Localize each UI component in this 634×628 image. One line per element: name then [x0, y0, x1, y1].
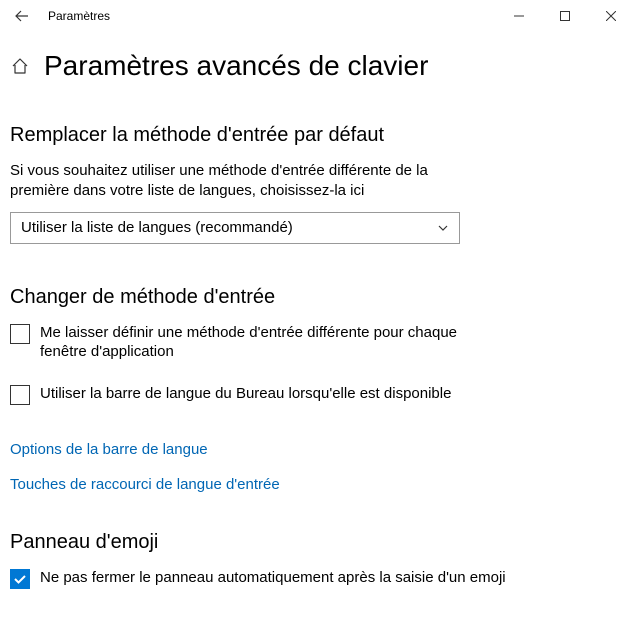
maximize-icon — [560, 11, 570, 21]
home-button[interactable] — [10, 56, 30, 76]
link-hotkeys[interactable]: Touches de raccourci de langue d'entrée — [10, 476, 624, 493]
close-button[interactable] — [588, 0, 634, 32]
minimize-icon — [514, 11, 524, 21]
checkmark-icon — [13, 572, 27, 586]
input-method-dropdown[interactable]: Utiliser la liste de langues (recommandé… — [10, 212, 460, 244]
checkbox-desktop-bar-label[interactable]: Utiliser la barre de langue du Bureau lo… — [40, 384, 451, 404]
home-icon — [11, 57, 29, 75]
app-name: Paramètres — [48, 9, 110, 23]
checkbox-emoji-noclose-row: Ne pas fermer le panneau automatiquement… — [10, 568, 570, 589]
checkbox-per-window-label[interactable]: Me laisser définir une méthode d'entrée … — [40, 323, 470, 362]
checkbox-per-window[interactable] — [10, 324, 30, 344]
page-header: Paramètres avancés de clavier — [10, 50, 624, 82]
checkbox-emoji-noclose[interactable] — [10, 569, 30, 589]
maximize-button[interactable] — [542, 0, 588, 32]
section-switch-title: Changer de méthode d'entrée — [10, 286, 624, 309]
section-emoji-title: Panneau d'emoji — [10, 531, 624, 554]
back-button[interactable] — [10, 4, 34, 28]
content-area: Paramètres avancés de clavier Remplacer … — [0, 32, 634, 589]
link-language-bar-options[interactable]: Options de la barre de langue — [10, 441, 624, 458]
section-override-description: Si vous souhaitez utiliser une méthode d… — [10, 161, 450, 202]
checkbox-emoji-noclose-label[interactable]: Ne pas fermer le panneau automatiquement… — [40, 568, 506, 588]
page-title: Paramètres avancés de clavier — [44, 50, 428, 82]
titlebar: Paramètres — [0, 0, 634, 32]
checkbox-desktop-bar-row: Utiliser la barre de langue du Bureau lo… — [10, 384, 470, 405]
arrow-left-icon — [15, 9, 29, 23]
checkbox-per-window-row: Me laisser définir une méthode d'entrée … — [10, 323, 470, 362]
dropdown-value: Utiliser la liste de langues (recommandé… — [21, 219, 293, 236]
section-override-title: Remplacer la méthode d'entrée par défaut — [10, 124, 624, 147]
window-controls — [496, 0, 634, 32]
checkbox-desktop-bar[interactable] — [10, 385, 30, 405]
minimize-button[interactable] — [496, 0, 542, 32]
chevron-down-icon — [437, 222, 449, 234]
close-icon — [606, 11, 616, 21]
